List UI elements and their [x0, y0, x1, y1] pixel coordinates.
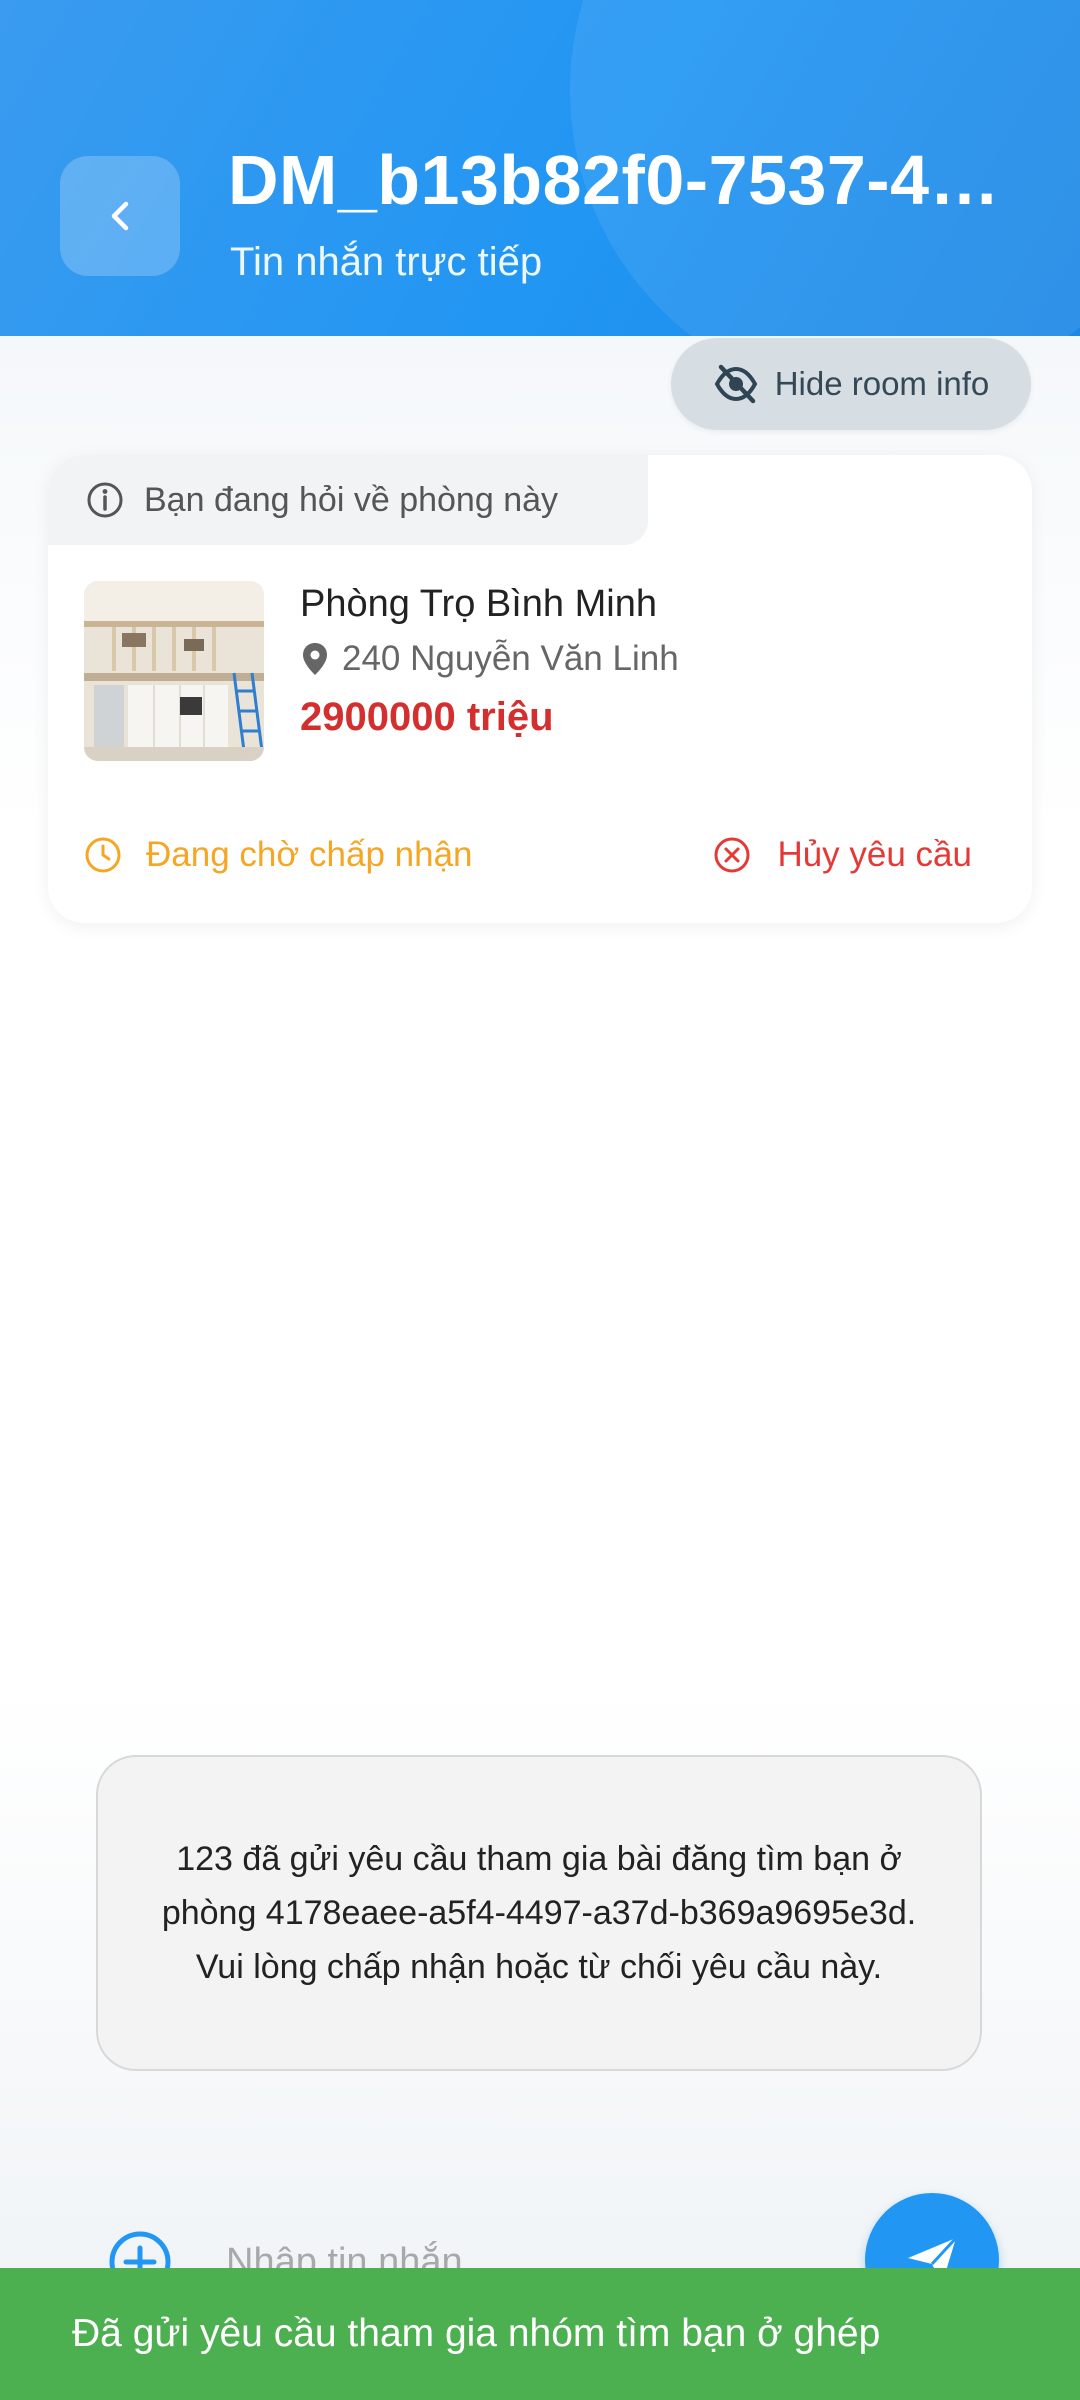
- hide-room-info-button[interactable]: Hide room info: [671, 338, 1031, 430]
- cancel-request-button[interactable]: Hủy yêu cầu: [713, 835, 972, 875]
- room-card[interactable]: Bạn đang hỏi về phòng này Phòng Trọ Bình…: [48, 455, 1032, 923]
- snackbar: Đã gửi yêu cầu tham gia nhóm tìm bạn ở g…: [0, 2268, 1080, 2400]
- room-price: 2900000 triệu: [300, 695, 554, 739]
- system-message: 123 đã gửi yêu cầu tham gia bài đăng tìm…: [96, 1755, 982, 2071]
- location-pin-icon: [303, 643, 327, 675]
- room-address-text: 240 Nguyễn Văn Linh: [342, 639, 679, 678]
- pending-status: Đang chờ chấp nhận: [84, 835, 473, 875]
- page-subtitle: Tin nhắn trực tiếp: [230, 240, 543, 284]
- room-thumbnail[interactable]: [84, 581, 264, 761]
- page-title: DM_b13b82f0-7537-4…: [228, 141, 1001, 219]
- app-header: DM_b13b82f0-7537-4… Tin nhắn trực tiếp: [0, 0, 1080, 336]
- pending-status-label: Đang chờ chấp nhận: [146, 835, 473, 874]
- cancel-request-label: Hủy yêu cầu: [777, 835, 972, 874]
- room-address: 240 Nguyễn Văn Linh: [300, 639, 679, 679]
- hide-room-info-label: Hide room info: [774, 365, 990, 402]
- system-message-text: 123 đã gửi yêu cầu tham gia bài đăng tìm…: [161, 1840, 917, 1986]
- room-photo: [84, 581, 264, 761]
- room-card-tag-label: Bạn đang hỏi về phòng này: [144, 480, 559, 519]
- back-button[interactable]: [60, 156, 180, 276]
- room-card-tag: Bạn đang hỏi về phòng này: [48, 455, 648, 545]
- cancel-circle-icon: [714, 837, 750, 873]
- room-name: Phòng Trọ Bình Minh: [300, 583, 657, 625]
- snackbar-text: Đã gửi yêu cầu tham gia nhóm tìm bạn ở g…: [72, 2312, 881, 2355]
- info-icon: [87, 482, 123, 518]
- clock-icon: [85, 837, 121, 873]
- back-arrow-icon: [111, 201, 129, 231]
- eye-off-icon: [714, 364, 757, 404]
